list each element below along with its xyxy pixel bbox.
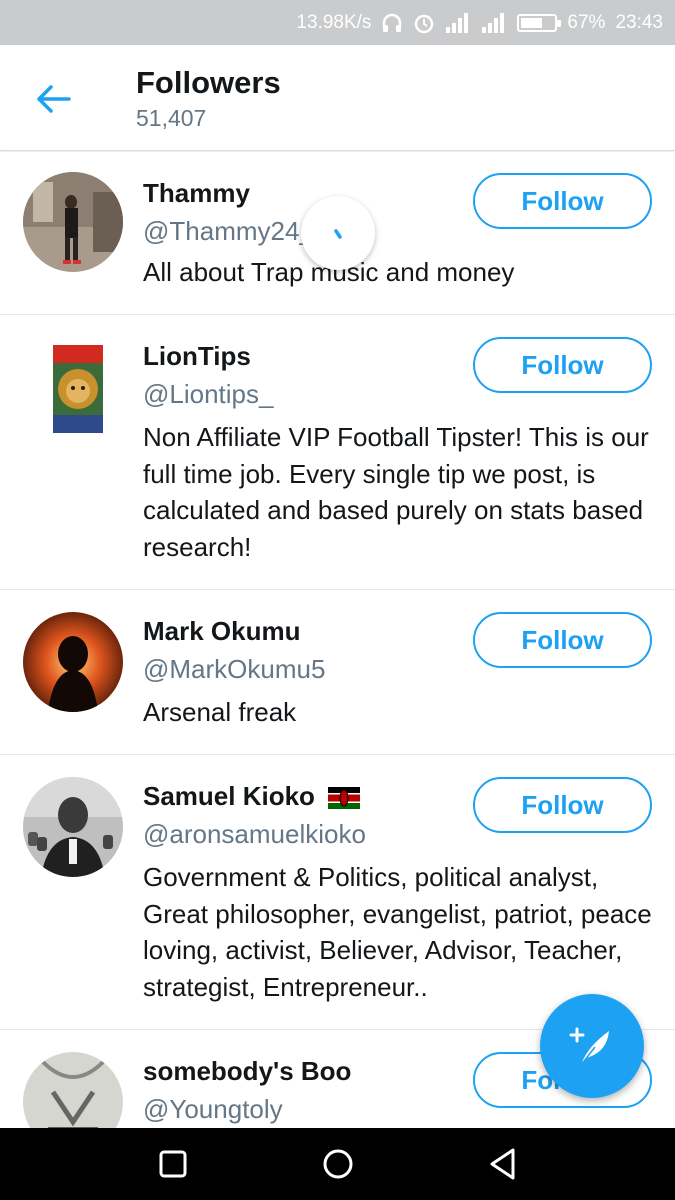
follower-bio: All about Trap music and money — [143, 257, 515, 287]
recents-button[interactable] — [143, 1134, 203, 1194]
follower-handle: @aronsamuelkioko — [143, 819, 366, 849]
follower-name: Thammy — [143, 178, 250, 208]
follower-name: Samuel Kioko — [143, 781, 361, 812]
status-bar: 13.98K/s 67% 23:43 — [0, 0, 675, 45]
list-item[interactable]: Samuel Kioko @aronsamuelkioko Government… — [0, 755, 675, 1030]
avatar[interactable] — [23, 172, 123, 272]
signal-icon — [445, 12, 471, 33]
battery-icon — [517, 13, 562, 32]
follower-handle: @Liontips_ — [143, 379, 274, 409]
app-header: Followers 51,407 — [0, 45, 675, 151]
headphones-icon — [381, 13, 403, 33]
loading-spinner — [301, 196, 375, 270]
follower-bio: Arsenal freak — [143, 697, 297, 727]
battery-percent: 67% — [567, 11, 606, 33]
list-item[interactable]: Mark Okumu @MarkOkumu5 Arsenal freak Fol… — [0, 590, 675, 755]
back-button[interactable] — [30, 79, 76, 119]
clock: 23:43 — [615, 11, 663, 33]
follower-name: somebody's Boo — [143, 1056, 352, 1086]
follower-bio: Non Affiliate VIP Football Tipster! This… — [143, 422, 649, 562]
spinner-icon — [334, 229, 342, 239]
square-icon — [159, 1150, 186, 1178]
signal-4g-icon — [481, 12, 507, 33]
home-button[interactable] — [308, 1134, 368, 1194]
kenya-flag-icon — [328, 787, 361, 810]
follower-name: LionTips — [143, 341, 251, 371]
avatar[interactable] — [23, 612, 123, 712]
avatar[interactable] — [23, 777, 123, 877]
follower-handle: @Youngtoly — [143, 1094, 283, 1124]
battery-level-fill — [521, 17, 543, 28]
navigation-bar — [0, 1128, 675, 1200]
follow-button[interactable]: Follow — [473, 777, 652, 833]
follower-name: Mark Okumu — [143, 616, 301, 646]
back-arrow-icon — [37, 85, 71, 113]
list-item[interactable]: LionTips @Liontips_ Non Affiliate VIP Fo… — [0, 315, 675, 590]
circle-icon — [323, 1149, 352, 1179]
follower-handle: @MarkOkumu5 — [143, 654, 326, 684]
alarm-icon — [413, 12, 435, 34]
network-speed: 13.98K/s — [296, 11, 372, 33]
back-nav-button[interactable] — [473, 1134, 533, 1194]
follower-count: 51,407 — [136, 105, 207, 131]
compose-tweet-button[interactable] — [540, 994, 644, 1098]
follower-bio: Government & Politics, political analyst… — [143, 862, 652, 1002]
avatar[interactable] — [23, 337, 123, 437]
follow-button[interactable]: Follow — [473, 612, 652, 668]
follow-button[interactable]: Follow — [473, 337, 652, 393]
follow-button[interactable]: Follow — [473, 173, 652, 229]
page-title: Followers — [136, 65, 281, 100]
follower-name-text: Samuel Kioko — [143, 781, 315, 811]
feather-plus-icon — [569, 1027, 609, 1066]
triangle-back-icon — [490, 1148, 514, 1180]
